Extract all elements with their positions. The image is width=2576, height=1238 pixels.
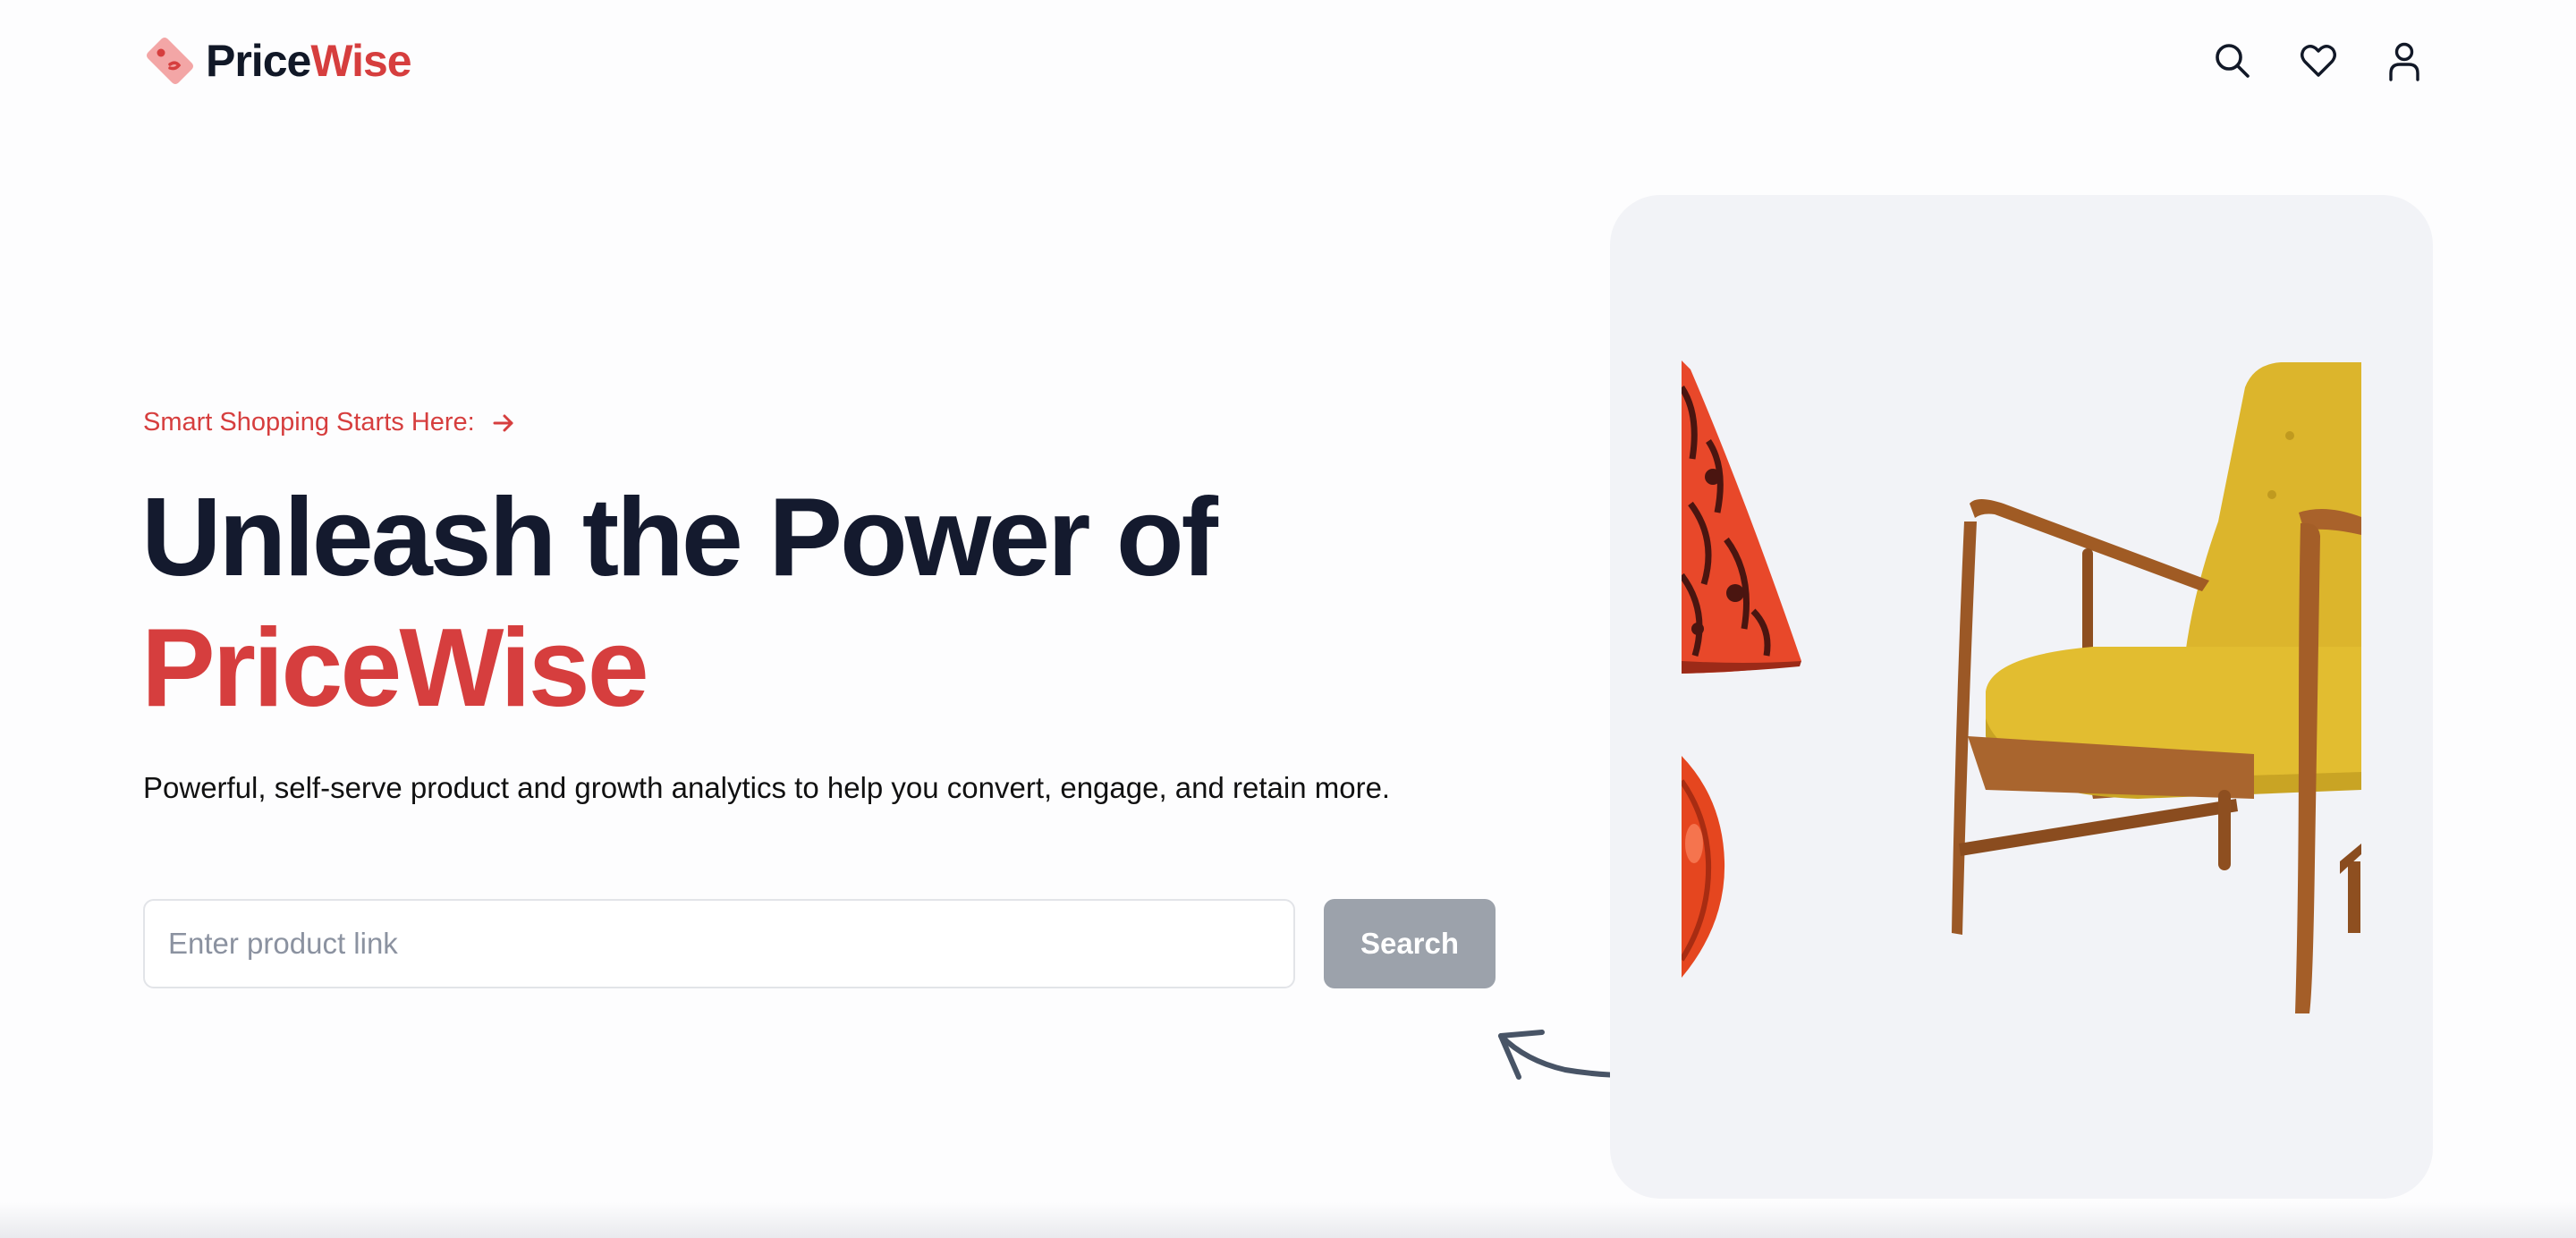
price-tag-icon (147, 38, 193, 84)
nav-actions (2211, 39, 2426, 82)
headline-brand: PriceWise (141, 606, 649, 730)
product-link-input[interactable] (143, 899, 1295, 988)
logo-text-main: Price (206, 36, 311, 86)
armchair-product-image (1952, 362, 2361, 1013)
tagline-text: Smart Shopping Starts Here: (143, 408, 475, 437)
page: PriceWise Smart Shopping Starts Here: Un… (0, 0, 2576, 1238)
hero-subtext: Powerful, self-serve product and growth … (143, 771, 1391, 804)
logo-text-accent: Wise (310, 36, 411, 86)
hero-headline: Unleash the Power of PriceWise (141, 472, 1218, 733)
arrow-right-icon (493, 414, 513, 431)
page-bottom-edge (0, 1202, 2576, 1238)
logo[interactable]: PriceWise (143, 34, 412, 88)
headline-line1: Unleash the Power of (141, 476, 1218, 599)
lamp-product-image (1682, 360, 1801, 978)
logo-text: PriceWise (206, 35, 412, 87)
search-icon[interactable] (2211, 39, 2254, 82)
product-carousel (1682, 360, 2361, 1199)
top-navbar: PriceWise (0, 0, 2576, 125)
product-showcase-card (1610, 195, 2433, 1199)
user-icon[interactable] (2383, 39, 2426, 82)
tagline: Smart Shopping Starts Here: (143, 408, 516, 437)
heart-icon[interactable] (2297, 39, 2340, 82)
search-button[interactable]: Search (1324, 899, 1496, 988)
